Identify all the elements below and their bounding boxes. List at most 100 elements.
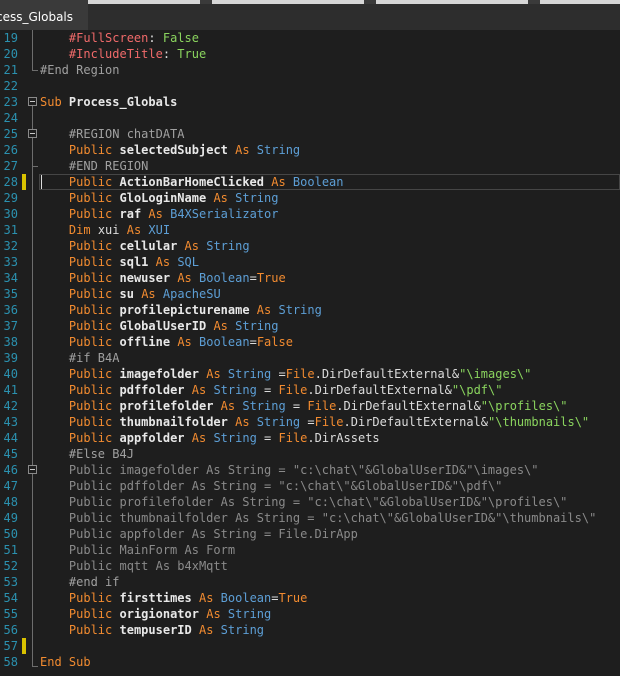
code-line[interactable]: 45 #Else B4J: [0, 446, 620, 462]
code-line[interactable]: 26 Public selectedSubject As String: [0, 142, 620, 158]
fold-toggle-region-icon[interactable]: [28, 129, 37, 138]
code-line[interactable]: 57: [0, 638, 620, 654]
code-line[interactable]: 48 Public profilefolder As String = "c:\…: [0, 494, 620, 510]
code-line[interactable]: 33 Public sql1 As SQL: [0, 254, 620, 270]
code-token: Boolean: [292, 175, 344, 189]
code-line[interactable]: 31 Dim xui As XUI: [0, 222, 620, 238]
tab-process-globals[interactable]: cess_Globals: [0, 4, 88, 30]
code-text: Public firsttimes As Boolean=True: [40, 590, 307, 606]
code-line[interactable]: 39 #if B4A: [0, 350, 620, 366]
code-text: Public newuser As Boolean=True: [40, 270, 286, 286]
code-token: True: [256, 271, 286, 285]
code-line[interactable]: 50 Public appfolder As String = File.Dir…: [0, 526, 620, 542]
code-line[interactable]: 56 Public tempuserID As String: [0, 622, 620, 638]
code-line[interactable]: 25 #REGION chatDATA: [0, 126, 620, 142]
change-marker: [22, 174, 26, 190]
code-line[interactable]: 42 Public profilefolder As String = File…: [0, 398, 620, 414]
code-line[interactable]: 38 Public offline As Boolean=False: [0, 334, 620, 350]
code-line[interactable]: 49 Public thumbnailfolder As String = "c…: [0, 510, 620, 526]
code-line[interactable]: 28 Public ActionBarHomeClicked As Boolea…: [0, 174, 620, 190]
code-text: Public GlobalUserID As String: [40, 318, 279, 334]
code-text: #End Region: [40, 62, 119, 78]
code-line[interactable]: 19 #FullScreen: False: [0, 30, 620, 46]
line-number: 38: [3, 335, 18, 349]
code-text: #Else B4J: [40, 446, 134, 462]
code-line[interactable]: 29 Public GloLoginName As String: [0, 190, 620, 206]
code-line[interactable]: 27 #END REGION: [0, 158, 620, 174]
line-number: 20: [3, 47, 18, 61]
code-token: As: [235, 415, 250, 429]
code-token: True: [278, 591, 308, 605]
code-token: String: [227, 367, 272, 381]
code-line[interactable]: 22: [0, 78, 620, 94]
code-line[interactable]: 37 Public GlobalUserID As String: [0, 318, 620, 334]
code-token: As: [155, 255, 171, 269]
code-line[interactable]: 36 Public profilepicturename As String: [0, 302, 620, 318]
code-token: As: [148, 207, 163, 221]
code-line[interactable]: 21 #End Region: [0, 62, 620, 78]
code-line[interactable]: 51 Public MainForm As Form: [0, 542, 620, 558]
code-text: Public GloLoginName As String: [40, 190, 279, 206]
code-line[interactable]: 54 Public firsttimes As Boolean=True: [0, 590, 620, 606]
line-number: 19: [3, 31, 18, 45]
code-token: B4XSerializator: [170, 207, 279, 221]
code-token: =: [271, 367, 286, 381]
code-line[interactable]: 40 Public imagefolder As String =File.Di…: [0, 366, 620, 382]
code-line[interactable]: 30 Public raf As B4XSerializator: [0, 206, 620, 222]
code-token: Sub: [40, 95, 62, 109]
code-text: Public cellular As String: [40, 238, 250, 254]
code-token: Public: [68, 607, 113, 621]
code-token: True: [177, 47, 207, 61]
fold-end-mark: [32, 166, 38, 167]
code-token: :: [162, 47, 178, 61]
code-line[interactable]: 20 #IncludeTitle: True: [0, 46, 620, 62]
code-line[interactable]: 58 End Sub: [0, 654, 620, 670]
code-editor[interactable]: 19 #FullScreen: False 20 #IncludeTitle: T…: [0, 30, 620, 676]
line-number: 44: [3, 431, 18, 445]
tab-label: cess_Globals: [0, 10, 74, 24]
code-line[interactable]: 41 Public pdffolder As String = File.Dir…: [0, 382, 620, 398]
code-token: Public: [68, 335, 113, 349]
code-line[interactable]: 44 Public appfolder As String = File.Dir…: [0, 430, 620, 446]
fold-toggle-else-icon[interactable]: [28, 465, 37, 474]
code-text: #END REGION: [40, 158, 148, 174]
code-token: =: [249, 271, 257, 285]
line-number: 33: [3, 255, 18, 269]
code-token: Public: [68, 399, 113, 413]
code-token: #Else B4J: [68, 447, 134, 461]
code-text: Public ActionBarHomeClicked As Boolean: [40, 174, 344, 190]
code-token: As: [198, 623, 214, 637]
code-line[interactable]: 46 Public imagefolder As String = "c:\ch…: [0, 462, 620, 478]
code-line[interactable]: 47 Public pdffolder As String = "c:\chat…: [0, 478, 620, 494]
code-line[interactable]: 24: [0, 110, 620, 126]
code-text: #IncludeTitle: True: [40, 46, 206, 62]
code-line[interactable]: 34 Public newuser As Boolean=True: [0, 270, 620, 286]
code-line[interactable]: 55 Public origionator As String: [0, 606, 620, 622]
code-token: profilepicturename: [119, 303, 250, 317]
code-token: As: [141, 287, 156, 301]
code-token: As: [177, 271, 192, 285]
line-number: 40: [3, 367, 18, 381]
code-token: Public: [68, 367, 113, 381]
code-token: Public: [68, 287, 113, 301]
code-line[interactable]: 23 Sub Process_Globals: [0, 94, 620, 110]
code-line[interactable]: 53 #end if: [0, 574, 620, 590]
code-line[interactable]: 43 Public thumbnailfolder As String =Fil…: [0, 414, 620, 430]
fold-toggle-sub-icon[interactable]: [28, 97, 37, 106]
code-line[interactable]: 35 Public su As ApacheSU: [0, 286, 620, 302]
code-line[interactable]: 52 Public mqtt As b4xMqtt: [0, 558, 620, 574]
code-line[interactable]: 32 Public cellular As String: [0, 238, 620, 254]
line-number: 21: [3, 63, 18, 77]
